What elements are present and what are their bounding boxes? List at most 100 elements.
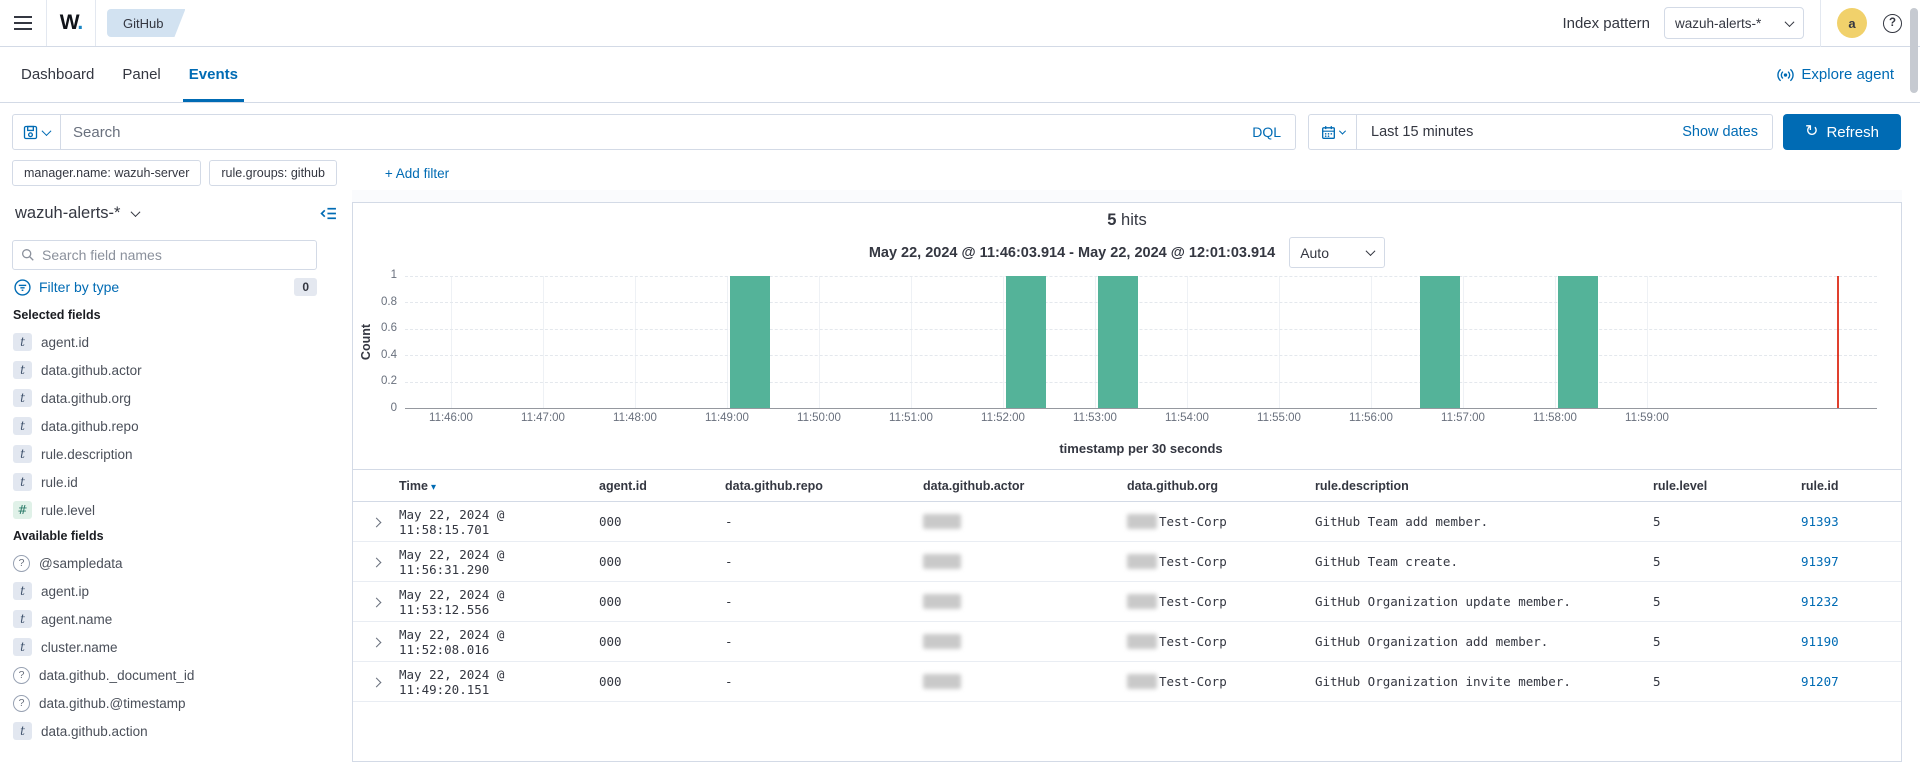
x-gridline (1647, 276, 1648, 408)
x-gridline (1187, 276, 1188, 408)
expand-row-icon[interactable] (372, 638, 382, 648)
string-field-icon: t (13, 473, 32, 491)
cell-rule-id: 91232 (1801, 594, 1901, 609)
field-name: rule.level (41, 503, 95, 518)
filter-pill-manager-name[interactable]: manager.name: wazuh-server (12, 160, 201, 186)
cell-rule-description: GitHub Organization update member. (1315, 594, 1653, 609)
hits-count: 5 hits (353, 211, 1901, 230)
column-header-data-github-repo[interactable]: data.github.repo (725, 479, 923, 493)
expand-row-icon[interactable] (372, 558, 382, 568)
field-item[interactable]: trule.description (13, 440, 344, 468)
redacted-actor (923, 634, 961, 649)
redacted-actor (923, 514, 961, 529)
org-name: Test-Corp (1159, 554, 1227, 569)
cell-agent-id: 000 (599, 594, 725, 609)
column-header-rule-id[interactable]: rule.id (1801, 479, 1901, 493)
filter-by-type-button[interactable]: Filter by type 0 (14, 278, 317, 296)
x-tick-label: 11:58:00 (1520, 412, 1590, 424)
expand-row-icon[interactable] (372, 678, 382, 688)
column-header-rule-description[interactable]: rule.description (1315, 479, 1653, 493)
avatar[interactable]: a (1837, 8, 1867, 38)
column-header-time[interactable]: Time▾ (399, 479, 599, 493)
histogram-bar[interactable] (1006, 276, 1046, 408)
field-item[interactable]: ?data.github._document_id (13, 661, 344, 689)
time-range-value[interactable]: Last 15 minutes (1357, 124, 1473, 140)
histogram-bar[interactable] (730, 276, 770, 408)
vertical-scrollbar[interactable] (1910, 8, 1918, 93)
tab-dashboard[interactable]: Dashboard (21, 47, 94, 102)
help-icon[interactable]: ? (1883, 14, 1902, 33)
field-item[interactable]: tcluster.name (13, 633, 344, 661)
cell-time: May 22, 2024 @ 11:52:08.016 (399, 627, 599, 657)
cell-org: Test-Corp (1127, 514, 1315, 529)
rule-id-link[interactable]: 91190 (1801, 634, 1839, 649)
x-gridline (1555, 276, 1556, 408)
field-item[interactable]: tagent.id (13, 328, 344, 356)
interval-select[interactable]: Auto (1289, 237, 1385, 268)
filter-pill-rule-groups[interactable]: rule.groups: github (209, 160, 337, 186)
search-input[interactable] (61, 124, 1238, 141)
wazuh-logo[interactable]: W. (47, 11, 95, 35)
query-language-button[interactable]: DQL (1238, 124, 1295, 140)
field-item[interactable]: t agent.ip (13, 577, 344, 605)
field-name: agent.name (41, 612, 112, 627)
field-search-input[interactable] (42, 247, 308, 263)
field-item[interactable]: ?data.github.@timestamp (13, 689, 344, 717)
column-header-data-github-org[interactable]: data.github.org (1127, 479, 1315, 493)
rule-id-link[interactable]: 91393 (1801, 514, 1839, 529)
cell-rule-id: 91397 (1801, 554, 1901, 569)
column-header-data-github-actor[interactable]: data.github.actor (923, 479, 1127, 493)
y-tick-label: 0.2 (367, 375, 397, 387)
cell-rule-id: 91393 (1801, 514, 1901, 529)
rule-id-link[interactable]: 91207 (1801, 674, 1839, 689)
table-row: May 22, 2024 @ 11:53:12.556000-Test-Corp… (353, 582, 1901, 622)
histogram-bar[interactable] (1098, 276, 1138, 408)
tab-events[interactable]: Events (189, 47, 238, 102)
refresh-button[interactable]: ↻ Refresh (1783, 114, 1901, 150)
refresh-icon: ↻ (1805, 124, 1818, 140)
menu-icon[interactable] (0, 0, 46, 46)
index-pattern-select[interactable]: wazuh-alerts-* (1664, 7, 1804, 39)
field-item[interactable]: tdata.github.actor (13, 356, 344, 384)
string-field-icon: t (13, 361, 32, 379)
field-item[interactable]: # rule.level (13, 496, 344, 524)
field-item[interactable]: tdata.github.action (13, 717, 344, 745)
field-item[interactable]: t rule.id (13, 468, 344, 496)
redacted-org-prefix (1127, 514, 1157, 529)
show-dates-button[interactable]: Show dates (1682, 124, 1772, 140)
divider (1820, 0, 1821, 47)
rule-id-link[interactable]: 91232 (1801, 594, 1839, 609)
field-name: agent.ip (41, 584, 89, 599)
results-panel: 5 hits May 22, 2024 @ 11:46:03.914 - May… (352, 202, 1902, 762)
explore-agent-link[interactable]: Explore agent (1777, 66, 1894, 83)
column-header-agent-id[interactable]: agent.id (599, 479, 725, 493)
field-name: data.github.org (41, 391, 131, 406)
field-name: rule.id (41, 475, 78, 490)
sidebar-index-pattern-select[interactable]: wazuh-alerts-* (15, 204, 139, 223)
expand-row-icon[interactable] (372, 598, 382, 608)
cell-rule-level: 5 (1653, 514, 1801, 529)
collapse-sidebar-icon[interactable] (320, 205, 337, 222)
saved-queries-button[interactable] (13, 115, 61, 149)
cell-rule-description: GitHub Team add member. (1315, 514, 1653, 529)
cell-rule-id: 91190 (1801, 634, 1901, 649)
field-item[interactable]: tagent.name (13, 605, 344, 633)
rule-id-link[interactable]: 91397 (1801, 554, 1839, 569)
field-item[interactable]: ?@sampledata (13, 549, 344, 577)
field-name: data.github.@timestamp (39, 696, 186, 711)
cell-time: May 22, 2024 @ 11:58:15.701 (399, 507, 599, 537)
expand-row-icon[interactable] (372, 518, 382, 528)
add-filter-button[interactable]: + Add filter (385, 166, 449, 181)
date-quick-select-button[interactable] (1309, 115, 1357, 149)
tab-panel[interactable]: Panel (122, 47, 160, 102)
breadcrumb[interactable]: GitHub (107, 9, 185, 37)
y-tick-label: 0.6 (367, 322, 397, 334)
number-field-icon: # (13, 501, 32, 519)
histogram-bar[interactable] (1420, 276, 1460, 408)
field-item[interactable]: tdata.github.repo (13, 412, 344, 440)
string-field-icon: t (13, 582, 32, 600)
index-pattern-label: Index pattern (1562, 15, 1650, 32)
column-header-rule-level[interactable]: rule.level (1653, 479, 1801, 493)
field-item[interactable]: tdata.github.org (13, 384, 344, 412)
histogram-bar[interactable] (1558, 276, 1598, 408)
